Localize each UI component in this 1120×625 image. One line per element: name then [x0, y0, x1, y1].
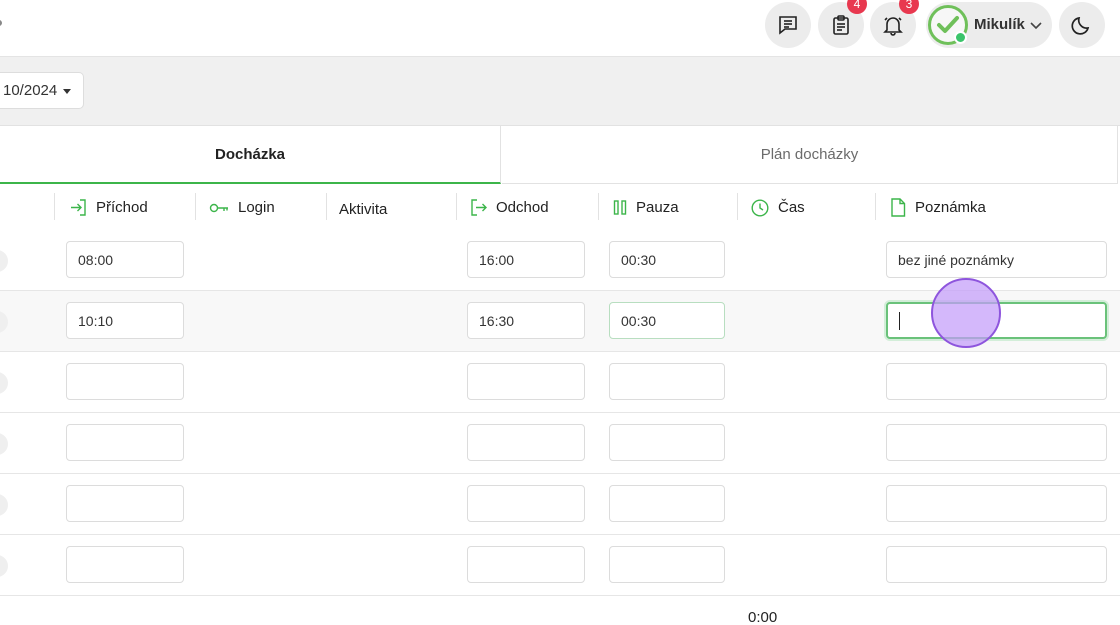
document-icon: [891, 198, 906, 217]
poznamka-input[interactable]: [886, 241, 1107, 278]
theme-toggle-button[interactable]: [1059, 2, 1105, 48]
column-divider: [598, 193, 599, 220]
column-pauza: Pauza: [613, 184, 679, 231]
period-select[interactable]: 10/2024: [0, 72, 84, 109]
clipboard-icon: [833, 15, 849, 35]
column-odchod-label: Odchod: [496, 199, 549, 216]
column-cas: Čas: [751, 184, 805, 231]
prichod-input[interactable]: [66, 424, 184, 461]
poznamka-input[interactable]: [886, 485, 1107, 522]
notifications-badge: 3: [899, 0, 919, 14]
poznamka-input[interactable]: [886, 363, 1107, 400]
login-arrow-icon: [71, 199, 86, 216]
odchod-input[interactable]: [467, 241, 585, 278]
bell-icon: [883, 17, 903, 36]
tab-plan-dochazky[interactable]: Plán docházky: [502, 126, 1118, 184]
row-handle[interactable]: [0, 433, 8, 455]
message-list-icon: [779, 16, 797, 35]
column-login: Login: [209, 184, 275, 231]
pause-icon: [613, 200, 627, 215]
column-divider: [195, 193, 196, 220]
text-cursor: [899, 311, 900, 330]
column-divider: [326, 193, 327, 220]
column-poznamka-label: Poznámka: [915, 199, 986, 216]
row-handle[interactable]: [0, 311, 8, 333]
pauza-input[interactable]: [609, 485, 725, 522]
odchod-input[interactable]: [467, 485, 585, 522]
odchod-input[interactable]: [467, 363, 585, 400]
tab-dochazka[interactable]: Docházka: [0, 126, 501, 184]
total-time: 0:00: [748, 609, 778, 625]
prichod-input[interactable]: [66, 363, 184, 400]
column-cas-label: Čas: [778, 199, 805, 216]
online-status-dot: [954, 31, 967, 44]
column-prichod-label: Příchod: [96, 199, 148, 216]
odchod-input[interactable]: [467, 546, 585, 583]
caret-down-icon: [63, 89, 71, 94]
chevron-down-icon: [1030, 22, 1042, 30]
clock-icon: [751, 198, 769, 217]
tasks-button[interactable]: 4: [818, 0, 867, 48]
pauza-input[interactable]: [609, 302, 725, 339]
tasks-badge: 4: [847, 0, 867, 14]
row-handle[interactable]: [0, 372, 8, 394]
row-handle[interactable]: [0, 250, 8, 272]
prichod-input[interactable]: [66, 302, 184, 339]
menu-edge-dot: [0, 20, 2, 26]
pauza-input[interactable]: [609, 546, 725, 583]
odchod-input[interactable]: [467, 302, 585, 339]
column-divider: [875, 193, 876, 220]
messages-button[interactable]: [765, 2, 811, 48]
pauza-input[interactable]: [609, 241, 725, 278]
column-odchod: Odchod: [470, 184, 549, 231]
period-value: 10/2024: [3, 82, 58, 99]
table-row: [0, 413, 1120, 474]
column-divider: [54, 193, 55, 220]
table-row: [0, 352, 1120, 413]
poznamka-input[interactable]: [886, 546, 1107, 583]
column-poznamka: Poznámka: [890, 184, 986, 231]
table-row: [0, 535, 1120, 596]
click-indicator: [931, 278, 1001, 348]
key-icon: [209, 203, 228, 212]
column-divider: [737, 193, 738, 220]
prichod-input[interactable]: [66, 485, 184, 522]
table-header: Příchod Login Aktivita Odchod Pauza Čas …: [0, 184, 1120, 231]
logout-arrow-icon: [471, 199, 487, 216]
top-bar: 4 3 Mikulík: [0, 0, 1120, 57]
row-handle[interactable]: [0, 555, 8, 577]
poznamka-input[interactable]: [886, 424, 1107, 461]
moon-icon: [1071, 16, 1090, 35]
table-row: [0, 474, 1120, 535]
column-divider: [456, 193, 457, 220]
column-login-label: Login: [238, 199, 275, 216]
pauza-input[interactable]: [609, 424, 725, 461]
notifications-button[interactable]: 3: [870, 0, 919, 48]
column-prichod: Příchod: [70, 184, 148, 231]
odchod-input[interactable]: [467, 424, 585, 461]
user-menu[interactable]: Mikulík: [926, 2, 1052, 48]
prichod-input[interactable]: [66, 546, 184, 583]
row-handle[interactable]: [0, 494, 8, 516]
user-name: Mikulík: [974, 16, 1025, 33]
pauza-input[interactable]: [609, 363, 725, 400]
column-aktivita-label: Aktivita: [339, 201, 388, 218]
column-aktivita: Aktivita: [339, 186, 387, 233]
prichod-input[interactable]: [66, 241, 184, 278]
column-pauza-label: Pauza: [636, 199, 679, 216]
